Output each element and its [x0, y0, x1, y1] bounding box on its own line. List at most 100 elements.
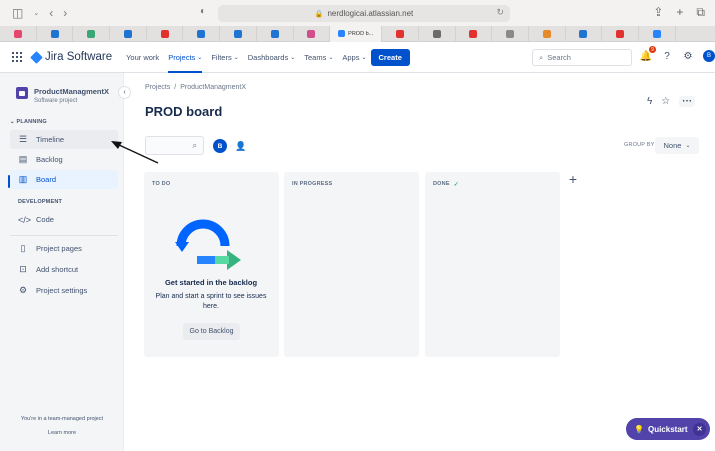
- favicon-icon: [233, 29, 242, 38]
- nav-item-teams[interactable]: Teams ⌄: [304, 42, 333, 73]
- forward-icon[interactable]: ›: [63, 6, 67, 20]
- favorite-tab[interactable]: [73, 25, 111, 42]
- active-tab-label: PROD b...: [348, 30, 374, 37]
- favorite-tab[interactable]: [37, 25, 74, 42]
- tab-overview-icon[interactable]: ⧉: [696, 5, 705, 20]
- backlog-illustration: [175, 219, 241, 270]
- favorite-tab[interactable]: [110, 25, 147, 42]
- favicon-icon: [396, 29, 405, 38]
- favicon-icon: [542, 29, 551, 38]
- sidebar-item-timeline[interactable]: ☰ Timeline: [10, 130, 118, 149]
- create-button[interactable]: Create: [370, 48, 410, 66]
- privacy-shield-icon[interactable]: ◐: [200, 6, 206, 17]
- chevron-down-icon: ⌄: [197, 54, 203, 61]
- favorite-tab[interactable]: [257, 25, 294, 42]
- nav-item-projects[interactable]: Projects ⌄: [168, 42, 203, 73]
- nav-item-label: Apps: [342, 52, 360, 62]
- favicon-icon: [579, 29, 588, 38]
- favicon-icon: [616, 29, 625, 38]
- browser-nav-controls: ◫ ⌄ ‹ ›: [0, 6, 190, 20]
- collapse-sidebar-button[interactable]: ‹: [118, 86, 131, 99]
- add-column-button[interactable]: +: [566, 171, 580, 187]
- nav-item-filters[interactable]: Filters ⌄: [211, 42, 238, 73]
- project-type: Software project: [34, 98, 78, 104]
- group-by-label: GROUP BY: [624, 142, 655, 148]
- back-icon[interactable]: ‹: [49, 6, 53, 20]
- user-avatar[interactable]: B: [703, 50, 715, 62]
- favicon-icon: [338, 30, 346, 37]
- sidebar-item-label: Project settings: [36, 286, 88, 295]
- favicon-icon: [197, 29, 206, 38]
- breadcrumb-projects[interactable]: Projects: [145, 84, 170, 91]
- search-icon: ⌕: [192, 140, 197, 150]
- favorite-tab[interactable]: [602, 25, 639, 42]
- sidebar-item-code[interactable]: </> Code: [10, 210, 118, 229]
- jira-logo[interactable]: Jira Software: [30, 50, 112, 64]
- notification-badge: 9: [649, 46, 656, 53]
- planning-section-header[interactable]: ⌄ PLANNING: [0, 119, 47, 125]
- assignee-avatar-filter[interactable]: B: [213, 139, 227, 153]
- favorite-tab[interactable]: [294, 25, 331, 42]
- star-icon[interactable]: ☆: [661, 96, 670, 107]
- quickstart-button[interactable]: 💡 Quickstart ✕: [626, 418, 710, 440]
- search-icon: ⌕: [539, 52, 544, 62]
- favorite-tab[interactable]: [147, 25, 184, 42]
- more-options-icon[interactable]: ···: [679, 96, 696, 107]
- search-input[interactable]: ⌕ Search: [532, 49, 632, 66]
- search-placeholder: Search: [547, 53, 571, 62]
- favorite-tab[interactable]: [183, 25, 221, 42]
- favorite-tab[interactable]: [382, 25, 419, 42]
- settings-gear-icon[interactable]: ⚙: [682, 50, 694, 62]
- favorite-tab[interactable]: [566, 25, 603, 42]
- favicon-icon: [123, 29, 132, 38]
- sidebar-item-backlog[interactable]: ▤ Backlog: [10, 150, 118, 169]
- nav-item-apps[interactable]: Apps ⌄: [342, 42, 366, 73]
- sidebar-item-label: Board: [36, 175, 57, 184]
- close-icon[interactable]: ✕: [693, 422, 706, 436]
- sidebar-toggle-icon[interactable]: ◫: [12, 6, 23, 20]
- favicon-icon: [307, 29, 316, 38]
- app-switcher-icon[interactable]: [12, 52, 22, 62]
- favorite-tab[interactable]: [0, 25, 37, 42]
- project-header[interactable]: ProductManagmentX Software project: [0, 73, 123, 104]
- chevron-down-icon[interactable]: ⌄: [33, 9, 39, 17]
- learn-more-link[interactable]: Learn more: [0, 430, 124, 436]
- help-icon[interactable]: ?: [661, 50, 673, 62]
- browser-actions: ⇪ + ⧉: [653, 5, 705, 20]
- favorite-tab[interactable]: [529, 25, 566, 42]
- board-search-input[interactable]: ⌕: [145, 136, 204, 155]
- favorite-tab[interactable]: [220, 25, 257, 42]
- nav-item-label: Filters: [211, 52, 232, 62]
- favicon-icon: [432, 29, 441, 38]
- favorite-tab[interactable]: [639, 25, 676, 42]
- sidebar-item-add-shortcut[interactable]: ⊡ Add shortcut: [10, 260, 118, 279]
- sidebar-item-board[interactable]: ▥ Board: [10, 170, 118, 189]
- sidebar-item-project-pages[interactable]: ▯ Project pages: [10, 239, 118, 258]
- settings-icon: ⚙: [18, 285, 28, 295]
- notifications-icon[interactable]: 🔔 9: [640, 46, 656, 62]
- favorite-tab[interactable]: [456, 25, 493, 42]
- new-tab-icon[interactable]: +: [676, 5, 683, 20]
- favorite-tab[interactable]: [492, 25, 529, 42]
- favicon-icon: [50, 29, 59, 38]
- favorite-tab[interactable]: PROD b...: [330, 25, 383, 42]
- board-icon: ▥: [18, 174, 28, 184]
- chevron-down-icon: ⌄: [685, 143, 691, 149]
- page-title: PROD board: [145, 104, 223, 119]
- browser-toolbar: ◫ ⌄ ‹ › ◐ 🔒 nerdlogicai.atlassian.net ↻ …: [0, 0, 715, 26]
- group-by-select[interactable]: None ⌄: [655, 137, 699, 154]
- nav-item-dashboards[interactable]: Dashboards ⌄: [248, 42, 295, 73]
- favorite-tab[interactable]: [419, 25, 456, 42]
- nav-item-your-work[interactable]: Your work: [126, 42, 159, 73]
- project-sidebar: ProductManagmentX Software project ‹ ⌄ P…: [0, 73, 131, 451]
- go-to-backlog-button[interactable]: Go to Backlog: [183, 323, 240, 340]
- add-people-icon[interactable]: 👤: [234, 139, 248, 153]
- reload-icon[interactable]: ↻: [496, 7, 504, 18]
- share-icon[interactable]: ⇪: [653, 5, 663, 20]
- lightning-icon[interactable]: ϟ: [647, 96, 652, 107]
- jira-top-nav: Jira Software Your work Projects ⌄ Filters ⌄…: [0, 42, 715, 73]
- sidebar-item-project-settings[interactable]: ⚙ Project settings: [10, 281, 118, 300]
- address-bar[interactable]: 🔒 nerdlogicai.atlassian.net ↻: [218, 5, 510, 22]
- lightbulb-icon: 💡: [634, 424, 644, 434]
- breadcrumb-project[interactable]: ProductManagmentX: [180, 84, 246, 91]
